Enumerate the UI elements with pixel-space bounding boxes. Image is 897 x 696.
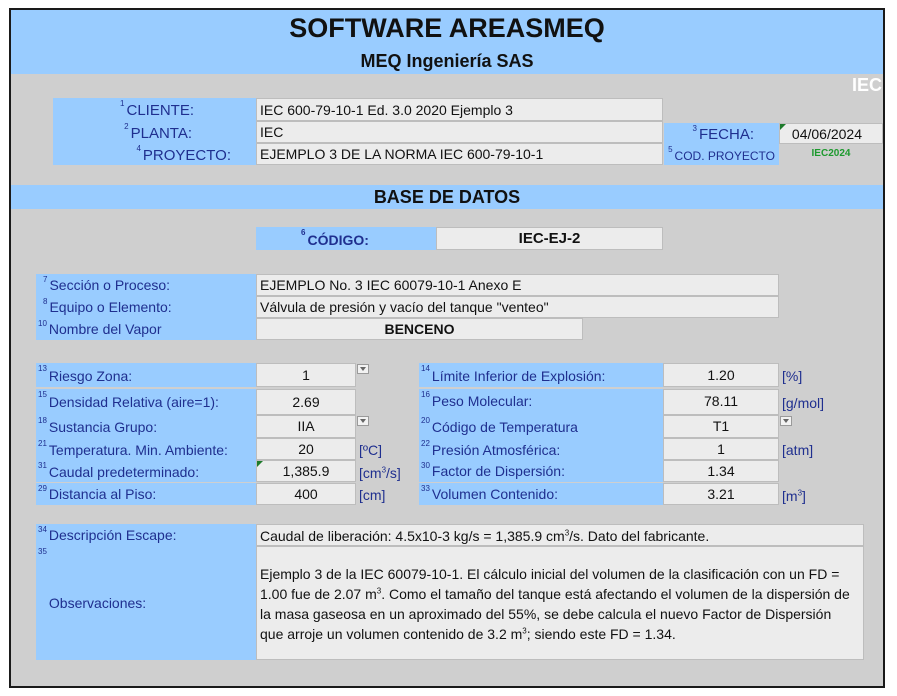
caudal-comment-marker-icon [257,461,263,467]
codigo-temperatura-value[interactable]: T1 [663,415,779,438]
densidad-label: 15 Densidad Relativa (aire=1): [36,389,256,415]
riesgo-zona-dropdown-icon[interactable] [357,364,369,374]
cliente-label: 1 CLIENTE: [53,98,256,121]
cliente-value[interactable]: IEC 600-79-10-1 Ed. 3.0 2020 Ejemplo 3 [256,98,663,121]
presion-value[interactable]: 1 [663,438,779,460]
volumen-contenido-value[interactable]: 3.21 [663,483,779,505]
vapor-label: 10 Nombre del Vapor [36,318,256,340]
planta-value[interactable]: IEC [256,121,663,143]
codigo-value[interactable]: IEC-EJ-2 [436,227,663,250]
cod-proyecto-label: 5 COD. PROYECTO [664,144,779,165]
seccion-label: 7 Sección o Proceso: [36,274,256,296]
distancia-piso-unit: [cm] [359,487,386,503]
codigo-temperatura-label: 20 Código de Temperatura [419,415,663,438]
descripcion-escape-value[interactable]: Caudal de liberación: 4.5x10-3 kg/s = 1,… [256,524,864,546]
lie-label: 14 Límite Inferior de Explosión: [419,363,663,387]
fecha-value[interactable]: 04/06/2024 [779,123,883,144]
seccion-value[interactable]: EJEMPLO No. 3 IEC 60079-10-1 Anexo E [256,274,779,296]
lie-value[interactable]: 1.20 [663,363,779,387]
caudal-value[interactable]: 1,385.9 [256,460,356,482]
temperatura-min-unit: [ºC] [359,442,383,458]
lie-unit: [%] [782,368,803,384]
factor-dispersion-label: 30 Factor de Dispersión: [419,460,663,482]
volumen-contenido-unit: [m3] [782,488,806,504]
fecha-label: 3 FECHA: [664,123,779,144]
factor-dispersion-value[interactable]: 1.34 [663,460,779,482]
temperatura-min-value[interactable]: 20 [256,438,356,460]
proyecto-label: 4 PROYECTO: [53,143,256,165]
sustancia-grupo-dropdown-icon[interactable] [357,416,369,426]
planta-label: 2 PLANTA: [53,121,256,143]
volumen-contenido-label: 33 Volumen Contenido: [419,483,663,505]
peso-molecular-value[interactable]: 78.11 [663,389,779,415]
cod-proyecto-value[interactable]: IEC2024 [779,144,883,165]
sustancia-grupo-value[interactable]: IIA [256,415,356,438]
iec-tag: IEC [851,75,882,95]
presion-unit: [atm] [782,442,814,458]
equipo-value[interactable]: Válvula de presión y vacío del tanque "v… [256,296,779,318]
vapor-value[interactable]: BENCENO [256,318,583,340]
observaciones-label: 35Observaciones: [36,546,256,660]
densidad-value[interactable]: 2.69 [256,389,356,415]
company-name: MEQ Ingeniería SAS [360,51,534,71]
peso-molecular-label: 16 Peso Molecular: [419,389,663,415]
comment-marker-icon [780,124,786,130]
equipo-label: 8 Equipo o Elemento: [36,296,256,318]
temperatura-min-label: 21 Temperatura. Min. Ambiente: [36,438,256,460]
caudal-unit: [cm3/s] [359,465,401,481]
proyecto-value[interactable]: EJEMPLO 3 DE LA NORMA IEC 600-79-10-1 [256,143,663,165]
distancia-piso-value[interactable]: 400 [256,483,356,505]
codigo-label: 6 CÓDIGO: [256,227,436,250]
presion-label: 22 Presión Atmosférica: [419,438,663,460]
distancia-piso-label: 29 Distancia al Piso: [36,483,256,505]
observaciones-value[interactable]: Ejemplo 3 de la IEC 60079-10-1. El cálcu… [256,546,864,660]
descripcion-escape-label: 34 Descripción Escape: [36,524,256,546]
section-title: BASE DE DATOS [11,185,883,209]
riesgo-zona-value[interactable]: 1 [256,363,356,387]
sustancia-grupo-label: 18 Sustancia Grupo: [36,415,256,438]
codigo-temperatura-dropdown-icon[interactable] [780,416,792,426]
peso-molecular-unit: [g/mol] [782,395,825,411]
caudal-label: 31 Caudal predeterminado: [36,460,256,482]
app-title: SOFTWARE AREASMEQ [289,13,605,43]
riesgo-zona-label: 13 Riesgo Zona: [36,363,256,387]
